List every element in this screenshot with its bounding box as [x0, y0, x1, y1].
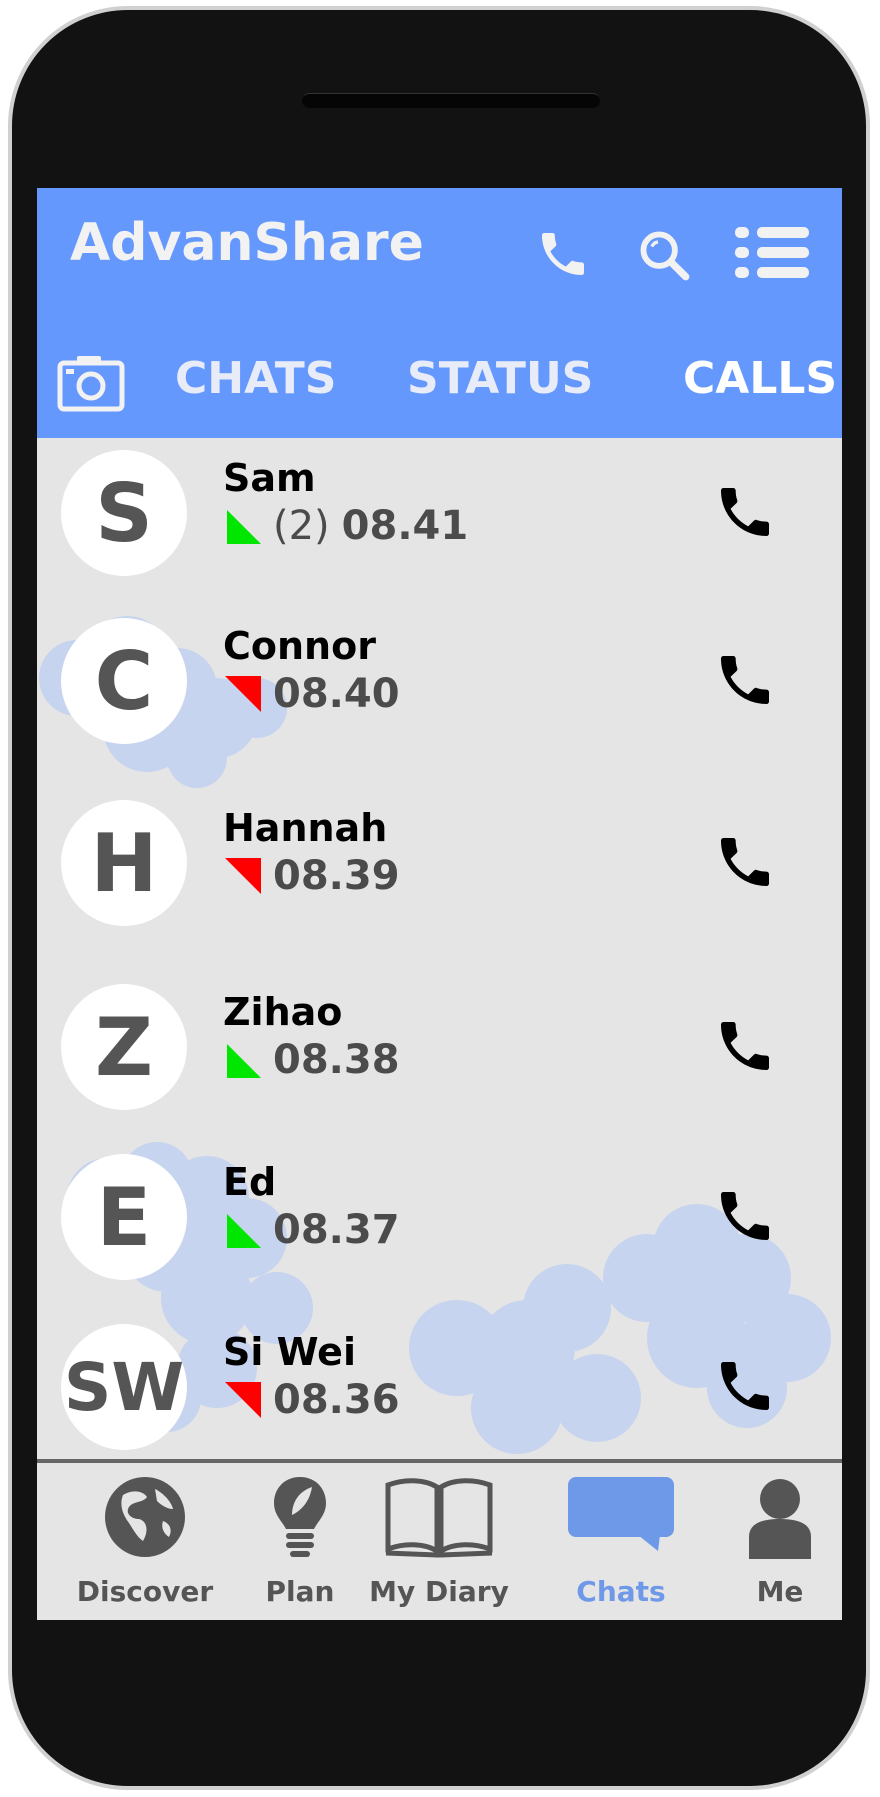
- nav-my-diary[interactable]: My Diary: [359, 1463, 519, 1620]
- globe-icon: [105, 1477, 185, 1557]
- call-time: 08.39: [273, 853, 400, 899]
- contact-name: Si Wei: [223, 1330, 356, 1374]
- nav-label: Chats: [576, 1575, 666, 1608]
- call-row-hannah[interactable]: H Hannah 08.39: [37, 788, 842, 938]
- search-icon[interactable]: [635, 226, 693, 284]
- chat-bubble-icon: [568, 1477, 674, 1551]
- nav-plan[interactable]: Plan: [220, 1463, 380, 1620]
- call-meta: 08.37: [223, 1207, 400, 1253]
- bottom-nav: Discover Plan My Diary Chats Me: [37, 1463, 842, 1620]
- call-count: (2): [273, 503, 330, 549]
- call-phone-icon[interactable]: [713, 648, 777, 712]
- app-bar: AdvanShare CHATS STATUS CALLS: [37, 188, 842, 438]
- phone-speaker: [302, 93, 600, 108]
- outgoing-call-arrow-icon: [227, 1214, 261, 1248]
- call-time: 08.40: [273, 671, 400, 717]
- nav-me[interactable]: Me: [700, 1463, 842, 1620]
- contact-name: Zihao: [223, 990, 343, 1034]
- tab-chats[interactable]: CHATS: [175, 353, 336, 404]
- avatar: Z: [61, 984, 187, 1110]
- call-phone-icon[interactable]: [713, 1014, 777, 1078]
- outgoing-call-arrow-icon: [227, 510, 261, 544]
- call-meta: 08.39: [223, 853, 400, 899]
- avatar: S: [61, 450, 187, 576]
- book-icon: [385, 1478, 493, 1558]
- incoming-call-arrow-icon: [225, 858, 261, 894]
- phone-icon[interactable]: [535, 226, 591, 282]
- call-meta: 08.36: [223, 1377, 400, 1423]
- nav-label: Discover: [76, 1575, 214, 1608]
- nav-label: Plan: [265, 1575, 335, 1608]
- call-time: 08.38: [273, 1037, 400, 1083]
- call-row-ed[interactable]: E Ed 08.37: [37, 1142, 842, 1292]
- app-title: AdvanShare: [70, 213, 424, 273]
- call-time: 08.37: [273, 1207, 400, 1253]
- avatar: E: [61, 1154, 187, 1280]
- avatar: H: [61, 800, 187, 926]
- nav-label: My Diary: [369, 1575, 509, 1608]
- avatar: C: [61, 618, 187, 744]
- contact-name: Connor: [223, 624, 376, 668]
- call-meta: (2) 08.41: [223, 503, 469, 549]
- call-row-connor[interactable]: C Connor 08.40: [37, 606, 842, 756]
- outgoing-call-arrow-icon: [227, 1044, 261, 1078]
- call-row-sam[interactable]: S Sam (2) 08.41: [37, 438, 842, 588]
- lightbulb-icon: [274, 1477, 326, 1557]
- call-row-si-wei[interactable]: SW Si Wei 08.36: [37, 1312, 842, 1462]
- calls-list: S Sam (2) 08.41 C Connor 08.40 H Hannah …: [37, 438, 842, 1620]
- nav-discover[interactable]: Discover: [65, 1463, 225, 1620]
- nav-label: Me: [756, 1575, 804, 1608]
- camera-icon[interactable]: [57, 354, 125, 412]
- call-phone-icon[interactable]: [713, 830, 777, 894]
- incoming-call-arrow-icon: [225, 1382, 261, 1418]
- call-meta: 08.38: [223, 1037, 400, 1083]
- contact-name: Sam: [223, 456, 316, 500]
- app-screen: AdvanShare CHATS STATUS CALLS S Sam (2) …: [37, 188, 842, 1620]
- call-time: 08.36: [273, 1377, 400, 1423]
- nav-chats[interactable]: Chats: [541, 1463, 701, 1620]
- person-icon: [749, 1479, 811, 1559]
- call-phone-icon[interactable]: [713, 1354, 777, 1418]
- call-meta: 08.40: [223, 671, 400, 717]
- tab-status[interactable]: STATUS: [407, 353, 593, 404]
- contact-name: Ed: [223, 1160, 277, 1204]
- incoming-call-arrow-icon: [225, 676, 261, 712]
- call-phone-icon[interactable]: [713, 1184, 777, 1248]
- tab-calls[interactable]: CALLS: [683, 353, 837, 404]
- call-phone-icon[interactable]: [713, 480, 777, 544]
- call-time: 08.41: [341, 503, 469, 549]
- menu-list-icon[interactable]: [735, 224, 809, 282]
- call-row-zihao[interactable]: Z Zihao 08.38: [37, 972, 842, 1122]
- avatar: SW: [61, 1324, 187, 1450]
- contact-name: Hannah: [223, 806, 388, 850]
